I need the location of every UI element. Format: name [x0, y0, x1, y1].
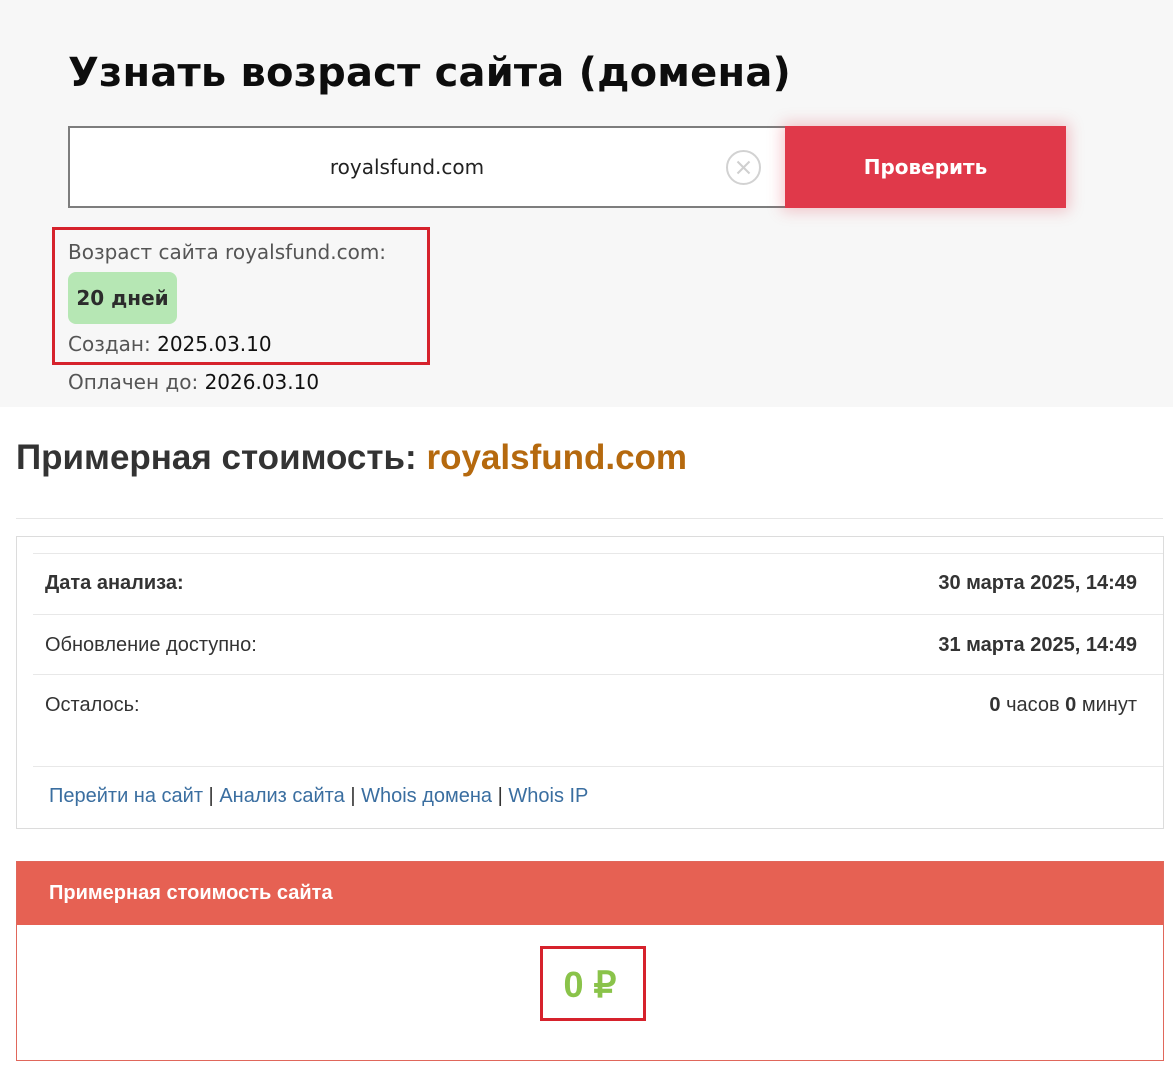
cost-title-prefix: Примерная стоимость: [16, 438, 417, 477]
domain-age-checker: Узнать возраст сайта (домена) Проверить … [0, 0, 1173, 407]
divider [33, 614, 1163, 615]
age-badge: 20 дней [68, 272, 177, 324]
remaining-hours: 0 [989, 694, 1001, 716]
remaining-label: Осталось: [45, 694, 140, 716]
created-value: 2025.03.10 [157, 332, 272, 356]
divider [16, 518, 1163, 519]
divider [33, 766, 1163, 767]
created-label: Создан: [68, 332, 151, 356]
page-title: Узнать возраст сайта (домена) [68, 50, 792, 96]
site-links: Перейти на сайт | Анализ сайта | Whois д… [49, 785, 588, 808]
divider [33, 553, 1163, 554]
price-header: Примерная стоимость сайта [17, 862, 1163, 925]
link-separator: | [350, 785, 356, 807]
remaining-value: 0 часов 0 минут [989, 694, 1137, 717]
analysis-date-row: Дата анализа: 30 марта 2025, 14:49 [45, 572, 1137, 595]
link-site-analysis[interactable]: Анализ сайта [219, 785, 344, 807]
divider [33, 674, 1163, 675]
link-whois-ip[interactable]: Whois IP [508, 785, 588, 807]
highlight-frame [540, 946, 646, 1021]
link-separator: | [497, 785, 503, 807]
analysis-date-value: 30 марта 2025, 14:49 [938, 572, 1137, 594]
remaining-minutes: 0 [1065, 694, 1077, 716]
paid-value: 2026.03.10 [204, 370, 320, 394]
link-visit-site[interactable]: Перейти на сайт [49, 785, 203, 807]
check-button[interactable]: Проверить [785, 126, 1066, 208]
created-row: Создан: 2025.03.10 [68, 332, 272, 356]
close-circle-icon[interactable] [726, 150, 761, 185]
domain-search-box [68, 126, 786, 208]
remaining-hours-unit: часов [1006, 694, 1060, 716]
link-separator: | [208, 785, 214, 807]
update-available-label: Обновление доступно: [45, 634, 257, 656]
cost-title: Примерная стоимость: royalsfund.com [16, 438, 687, 478]
remaining-row: Осталось: 0 часов 0 минут [45, 694, 1137, 717]
analysis-date-label: Дата анализа: [45, 572, 184, 594]
update-available-value: 31 марта 2025, 14:49 [938, 634, 1137, 656]
paid-row: Оплачен до: 2026.03.10 [68, 370, 319, 394]
paid-label: Оплачен до: [68, 370, 199, 394]
analysis-info-card: Дата анализа: 30 марта 2025, 14:49 Обнов… [16, 536, 1164, 829]
update-available-row: Обновление доступно: 31 марта 2025, 14:4… [45, 634, 1137, 657]
domain-input[interactable] [70, 128, 720, 206]
link-whois-domain[interactable]: Whois домена [361, 785, 492, 807]
remaining-minutes-unit: минут [1081, 694, 1137, 716]
cost-title-domain: royalsfund.com [426, 438, 688, 477]
age-label: Возраст сайта royalsfund.com: [68, 240, 387, 264]
